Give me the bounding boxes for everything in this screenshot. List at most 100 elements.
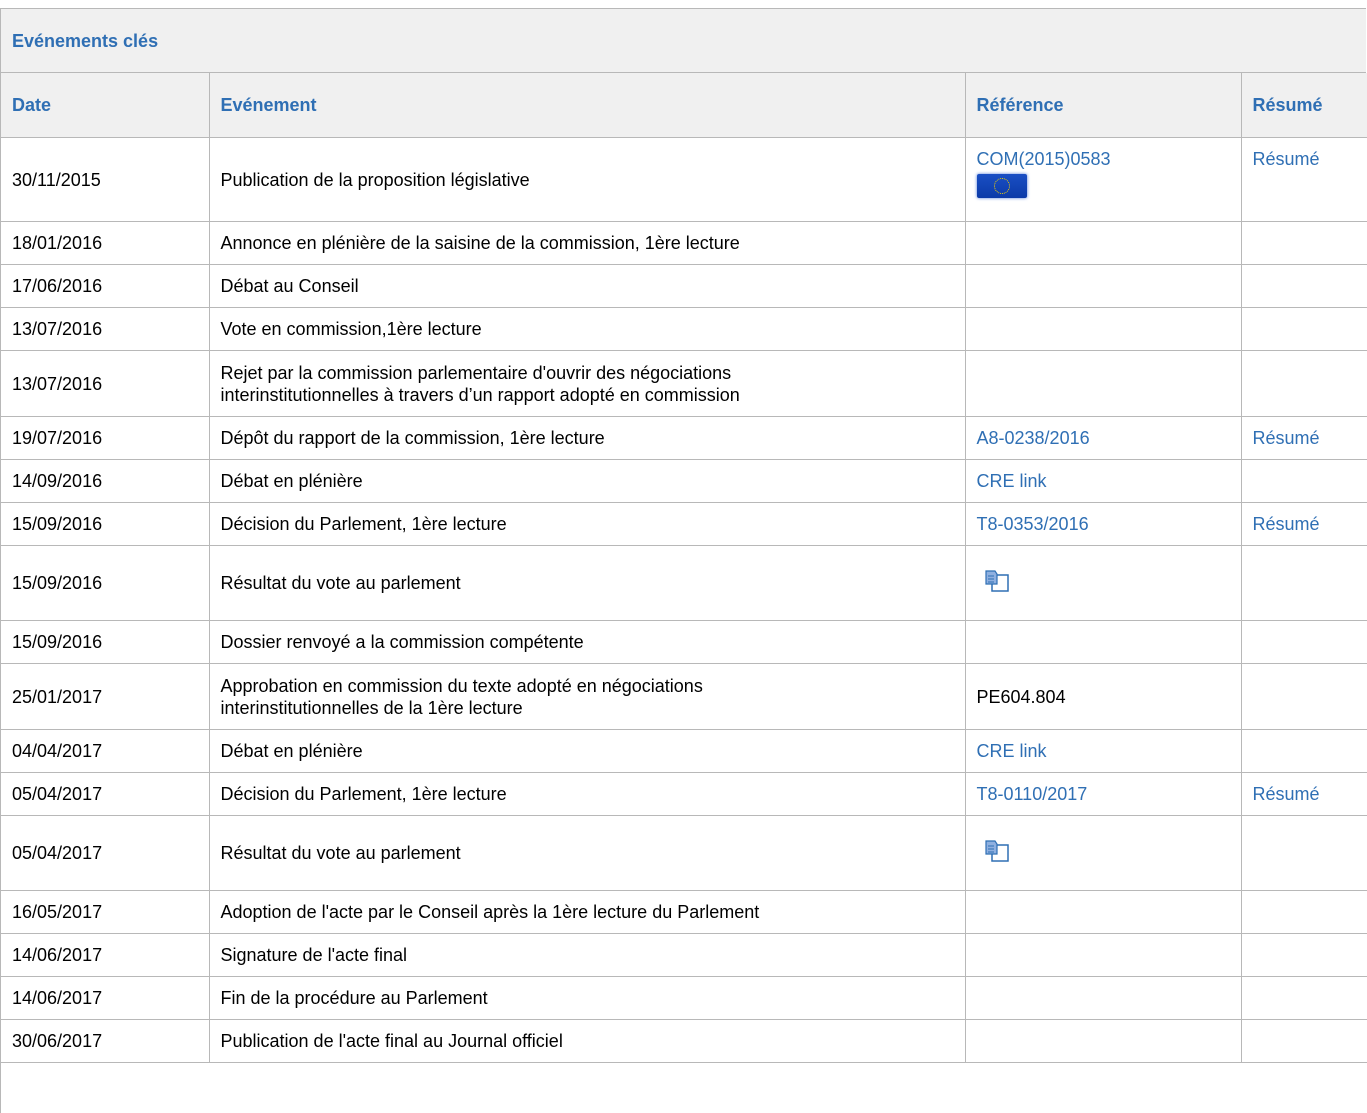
date-cell: 14/09/2016 (1, 459, 210, 503)
summary-cell (1241, 459, 1367, 503)
reference-cell: T8-0110/2017 (965, 772, 1242, 816)
summary-link[interactable]: Résumé (1253, 784, 1320, 804)
reference-cell (965, 307, 1242, 351)
reference-cell (965, 976, 1242, 1020)
reference-link[interactable]: COM(2015)0583 (977, 149, 1111, 169)
reference-cell: COM(2015)0583 (965, 137, 1242, 222)
event-cell: Dépôt du rapport de la commission, 1ère … (209, 416, 966, 460)
event-cell: Décision du Parlement, 1ère lecture (209, 502, 966, 546)
summary-cell (1241, 976, 1367, 1020)
column-header-date: Date (1, 73, 210, 138)
summary-cell (1241, 663, 1367, 730)
event-cell: Approbation en commission du texte adopt… (209, 663, 966, 730)
event-cell: Signature de l'acte final (209, 933, 966, 977)
summary-link[interactable]: Résumé (1253, 428, 1320, 448)
table-row: 14/06/2017 Signature de l'acte final (1, 933, 1367, 977)
summary-link[interactable]: Résumé (1253, 149, 1320, 169)
table-row: 15/09/2016 Dossier renvoyé a la commissi… (1, 620, 1367, 664)
header-row: Date Evénement Référence Résumé (1, 73, 1367, 138)
column-header-reference: Référence (965, 73, 1242, 138)
event-cell: Fin de la procédure au Parlement (209, 976, 966, 1020)
reference-link[interactable]: T8-0353/2016 (977, 514, 1089, 534)
date-cell: 25/01/2017 (1, 663, 210, 730)
vote-result-icon[interactable] (983, 837, 1011, 870)
table-row: 05/04/2017 Décision du Parlement, 1ère l… (1, 772, 1367, 816)
date-cell: 14/06/2017 (1, 976, 210, 1020)
date-cell: 05/04/2017 (1, 772, 210, 816)
date-cell: 18/01/2016 (1, 221, 210, 265)
reference-cell (965, 545, 1242, 621)
table-row: 13/07/2016 Rejet par la commission parle… (1, 350, 1367, 417)
event-cell: Débat en plénière (209, 459, 966, 503)
date-cell: 14/06/2017 (1, 933, 210, 977)
event-cell: Publication de la proposition législativ… (209, 137, 966, 222)
date-cell: 15/09/2016 (1, 502, 210, 546)
event-cell: Décision du Parlement, 1ère lecture (209, 772, 966, 816)
summary-cell (1241, 933, 1367, 977)
reference-link[interactable]: A8-0238/2016 (977, 428, 1090, 448)
table-row: 04/04/2017 Débat en plénière CRE link (1, 729, 1367, 773)
reference-cell (965, 1019, 1242, 1063)
date-cell: 17/06/2016 (1, 264, 210, 308)
summary-cell: Résumé (1241, 772, 1367, 816)
summary-cell (1241, 815, 1367, 891)
event-cell: Rejet par la commission parlementaire d'… (209, 350, 966, 417)
event-cell: Dossier renvoyé a la commission compéten… (209, 620, 966, 664)
eu-flag-icon[interactable] (976, 174, 1027, 198)
cre-link[interactable]: CRE link (977, 741, 1047, 761)
date-cell: 16/05/2017 (1, 890, 210, 934)
reference-cell (965, 264, 1242, 308)
table-row: 15/09/2016 Résultat du vote au parlement (1, 545, 1367, 621)
event-cell: Adoption de l'acte par le Conseil après … (209, 890, 966, 934)
event-cell: Débat en plénière (209, 729, 966, 773)
table-row: 13/07/2016 Vote en commission,1ère lectu… (1, 307, 1367, 351)
column-header-summary: Résumé (1241, 73, 1367, 138)
vote-result-icon[interactable] (983, 567, 1011, 600)
panel-title: Evénements clés (1, 9, 1366, 73)
summary-cell (1241, 729, 1367, 773)
date-cell: 30/11/2015 (1, 137, 210, 222)
table-row: 05/04/2017 Résultat du vote au parlement (1, 815, 1367, 891)
reference-link[interactable]: T8-0110/2017 (977, 784, 1088, 804)
summary-cell (1241, 264, 1367, 308)
date-cell: 05/04/2017 (1, 815, 210, 891)
summary-cell: Résumé (1241, 416, 1367, 460)
key-events-table: Date Evénement Référence Résumé 30/11/20… (1, 73, 1367, 1063)
reference-cell (965, 350, 1242, 417)
reference-cell: PE604.804 (965, 663, 1242, 730)
event-cell: Vote en commission,1ère lecture (209, 307, 966, 351)
column-header-event: Evénement (209, 73, 966, 138)
reference-cell: CRE link (965, 459, 1242, 503)
cre-link[interactable]: CRE link (977, 471, 1047, 491)
date-cell: 19/07/2016 (1, 416, 210, 460)
date-cell: 15/09/2016 (1, 545, 210, 621)
reference-cell (965, 815, 1242, 891)
summary-link[interactable]: Résumé (1253, 514, 1320, 534)
date-cell: 13/07/2016 (1, 307, 210, 351)
summary-cell (1241, 307, 1367, 351)
event-cell: Résultat du vote au parlement (209, 545, 966, 621)
reference-cell: A8-0238/2016 (965, 416, 1242, 460)
date-cell: 04/04/2017 (1, 729, 210, 773)
summary-cell (1241, 545, 1367, 621)
event-cell: Résultat du vote au parlement (209, 815, 966, 891)
table-row: 16/05/2017 Adoption de l'acte par le Con… (1, 890, 1367, 934)
table-row: 14/09/2016 Débat en plénière CRE link (1, 459, 1367, 503)
reference-cell: CRE link (965, 729, 1242, 773)
event-cell: Débat au Conseil (209, 264, 966, 308)
summary-cell: Résumé (1241, 137, 1367, 222)
summary-cell: Résumé (1241, 502, 1367, 546)
reference-cell: T8-0353/2016 (965, 502, 1242, 546)
table-row: 17/06/2016 Débat au Conseil (1, 264, 1367, 308)
reference-cell (965, 890, 1242, 934)
summary-cell (1241, 890, 1367, 934)
summary-cell (1241, 620, 1367, 664)
reference-cell (965, 933, 1242, 977)
event-cell: Publication de l'acte final au Journal o… (209, 1019, 966, 1063)
table-row: 15/09/2016 Décision du Parlement, 1ère l… (1, 502, 1367, 546)
table-row: 19/07/2016 Dépôt du rapport de la commis… (1, 416, 1367, 460)
date-cell: 15/09/2016 (1, 620, 210, 664)
summary-cell (1241, 1019, 1367, 1063)
table-row: 30/11/2015 Publication de la proposition… (1, 137, 1367, 222)
summary-cell (1241, 350, 1367, 417)
